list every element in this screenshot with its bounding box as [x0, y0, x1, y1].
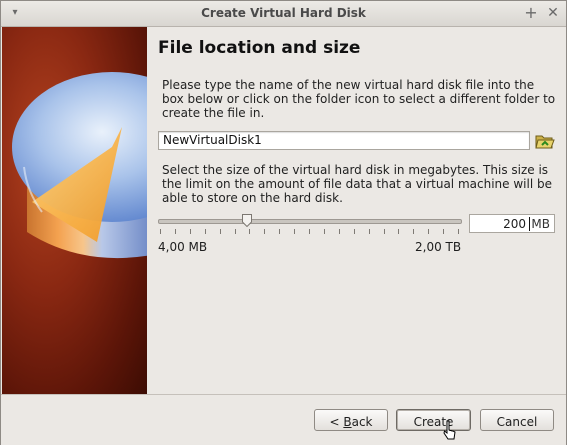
back-button[interactable]: < Back — [314, 409, 388, 431]
page-content: File location and size Please type the n… — [147, 27, 566, 394]
disk-pie-illustration — [12, 72, 147, 259]
size-input[interactable]: 200 MB — [469, 214, 555, 233]
folder-open-icon[interactable] — [534, 131, 556, 151]
size-unit: MB — [531, 217, 550, 231]
size-slider-handle[interactable] — [242, 214, 252, 228]
file-location-input[interactable]: NewVirtualDisk1 — [158, 131, 530, 150]
back-rest: ack — [351, 415, 373, 429]
create-button[interactable]: Create — [396, 409, 471, 431]
cancel-button[interactable]: Cancel — [480, 409, 554, 431]
wizard-side-banner — [2, 27, 147, 394]
size-slider-ticks — [160, 229, 459, 234]
button-bar: < Back Create Cancel — [1, 394, 566, 445]
size-description: Select the size of the virtual hard disk… — [162, 163, 552, 205]
slider-max-label: 2,00 TB — [415, 240, 462, 254]
dialog-window: ▾ Create Virtual Hard Disk + ✕ File loca… — [0, 0, 567, 445]
back-prefix: < — [329, 415, 344, 429]
back-mnemonic: B — [343, 415, 352, 429]
maximize-icon[interactable]: + — [523, 4, 539, 22]
page-title: File location and size — [158, 38, 361, 58]
window-title: Create Virtual Hard Disk — [201, 6, 366, 20]
size-value: 200 — [503, 217, 526, 231]
slider-min-label: 4,00 MB — [158, 240, 208, 254]
title-bar[interactable]: ▾ Create Virtual Hard Disk + ✕ — [1, 1, 566, 27]
mouse-pointer-icon — [443, 420, 456, 440]
location-description: Please type the name of the new virtual … — [162, 78, 556, 120]
size-slider-track[interactable] — [158, 219, 462, 224]
close-icon[interactable]: ✕ — [545, 4, 561, 22]
text-caret — [529, 217, 530, 231]
